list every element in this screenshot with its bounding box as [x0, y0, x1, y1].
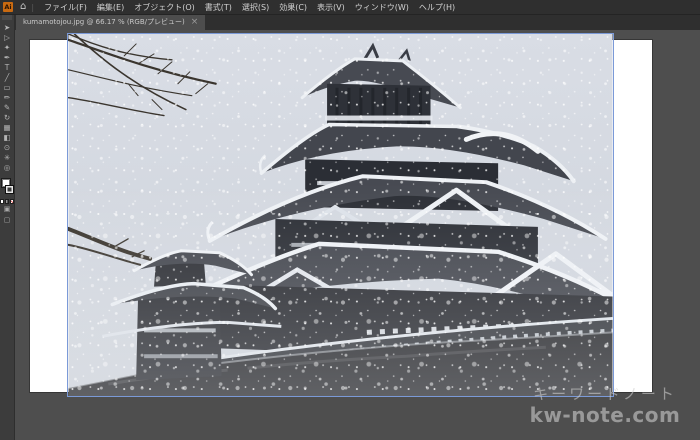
menu-view[interactable]: 表示(V)	[312, 2, 350, 13]
tools-panel-grip[interactable]	[2, 15, 12, 20]
kumamoto-castle-snow-photo	[68, 34, 613, 396]
document-tab[interactable]: kumamotojou.jpg @ 66.17 % (RGB/プレビュー) ×	[16, 14, 205, 30]
placed-image-kumamoto-castle[interactable]	[67, 33, 614, 397]
menu-help[interactable]: ヘルプ(H)	[414, 2, 460, 13]
line-segment-tool-icon[interactable]: ╱	[0, 73, 14, 83]
canvas-pasteboard[interactable]: キーワードノート kw-note.com	[14, 30, 700, 440]
draw-mode-icon[interactable]: ▣	[0, 204, 14, 215]
selection-tool-icon[interactable]: ➤	[0, 23, 14, 33]
pencil-tool-icon[interactable]: ✎	[0, 103, 14, 113]
type-tool-icon[interactable]: T	[0, 63, 14, 73]
screen-mode-icon[interactable]: ▢	[0, 215, 14, 226]
gradient-tool-icon[interactable]: ◧	[0, 133, 14, 143]
tab-close-icon[interactable]: ×	[191, 18, 199, 27]
menu-edit[interactable]: 編集(E)	[92, 2, 129, 13]
stroke-swatch[interactable]	[5, 185, 14, 194]
magic-wand-tool-icon[interactable]: ✦	[0, 43, 14, 53]
hand-tool-icon[interactable]: ✳	[0, 153, 14, 163]
watermark-line2: kw-note.com	[495, 404, 700, 426]
menu-file[interactable]: ファイル(F)	[39, 2, 92, 13]
direct-selection-tool-icon[interactable]: ▷	[0, 33, 14, 43]
mesh-tool-icon[interactable]: ▦	[0, 123, 14, 133]
menu-effect[interactable]: 効果(C)	[274, 2, 312, 13]
document-tab-title: kumamotojou.jpg @ 66.17 % (RGB/プレビュー)	[23, 17, 185, 27]
rotate-tool-icon[interactable]: ↻	[0, 113, 14, 123]
menu-select[interactable]: 選択(S)	[237, 2, 274, 13]
paintbrush-tool-icon[interactable]: ✏	[0, 93, 14, 103]
menu-type[interactable]: 書式(T)	[200, 2, 237, 13]
eyedropper-tool-icon[interactable]: ⊙	[0, 143, 14, 153]
rectangle-tool-icon[interactable]: ▭	[0, 83, 14, 93]
menu-separator: |	[31, 3, 34, 12]
zoom-tool-icon[interactable]: ◎	[0, 163, 14, 173]
pen-tool-icon[interactable]: ✒	[0, 53, 14, 63]
home-icon[interactable]: ⌂	[20, 2, 26, 12]
menu-window[interactable]: ウィンドウ(W)	[350, 2, 414, 13]
snowfall-overlay	[69, 34, 613, 396]
illustrator-window: Ai ⌂ | ファイル(F) 編集(E) オブジェクト(O) 書式(T) 選択(…	[0, 0, 700, 440]
illustrator-logo-icon[interactable]: Ai	[3, 2, 13, 12]
tools-panel: ➤ ▷ ✦ ✒ T ╱ ▭ ✏ ✎ ↻ ▦ ◧ ⊙ ✳ ◎ ▣ ▢	[0, 14, 15, 440]
menu-object[interactable]: オブジェクト(O)	[129, 2, 200, 13]
none-fill-icon[interactable]	[10, 199, 14, 204]
fill-stroke-swatches	[0, 177, 14, 197]
document-tab-bar: kumamotojou.jpg @ 66.17 % (RGB/プレビュー) ×	[14, 14, 700, 30]
menu-bar: Ai ⌂ | ファイル(F) 編集(E) オブジェクト(O) 書式(T) 選択(…	[0, 0, 700, 15]
